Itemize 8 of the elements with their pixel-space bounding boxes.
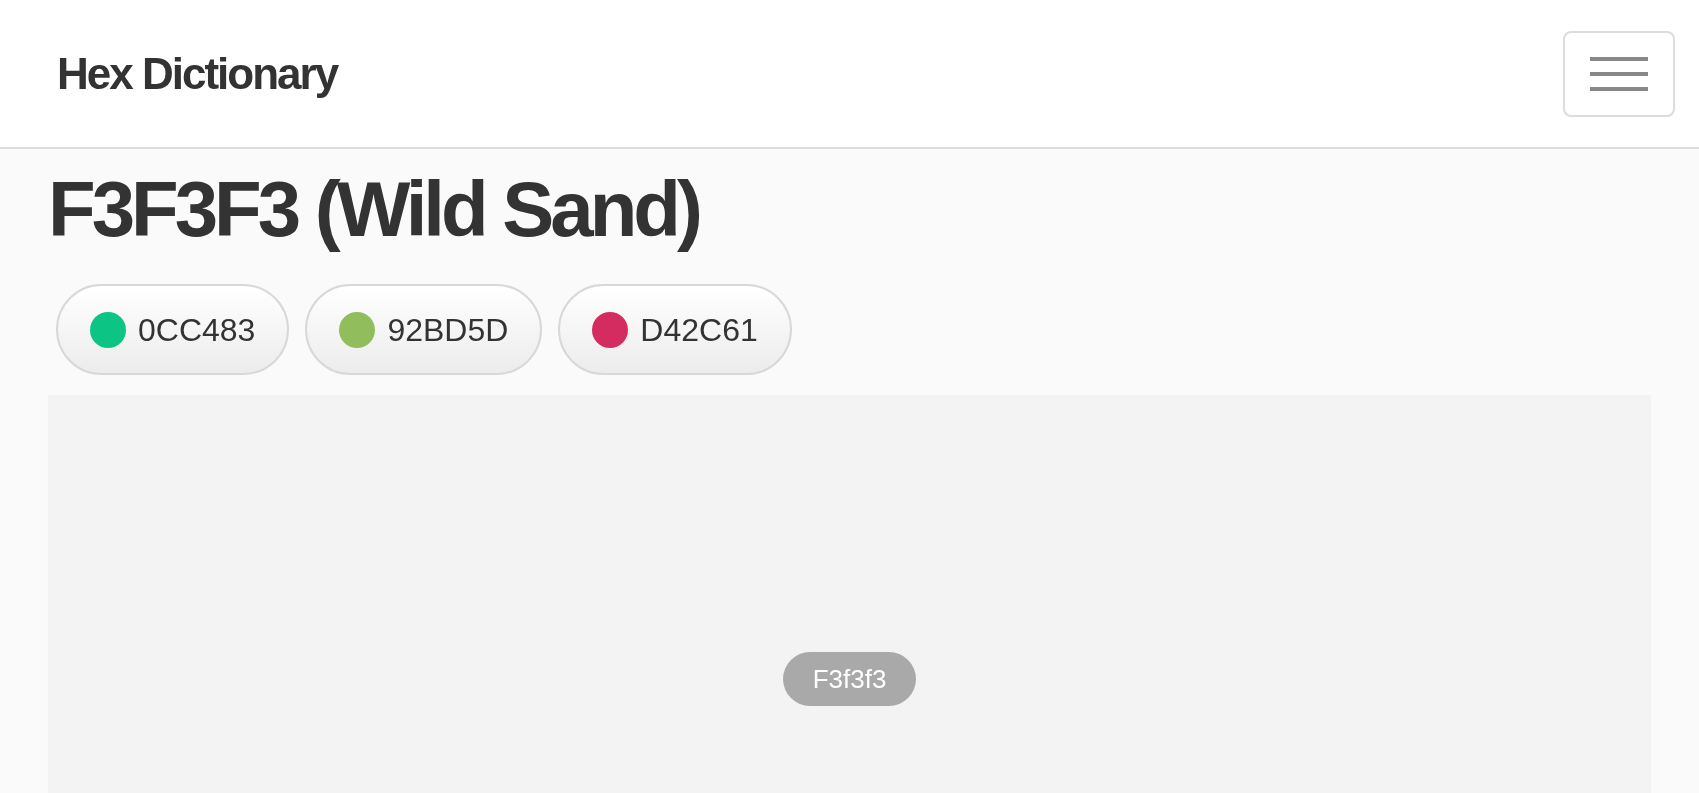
color-chip[interactable]: D42C61 xyxy=(558,284,792,375)
menu-button[interactable] xyxy=(1563,30,1675,117)
menu-icon xyxy=(1590,54,1648,93)
swatch-label: F3f3f3 xyxy=(782,652,917,706)
color-chip[interactable]: 92BD5D xyxy=(305,284,543,375)
page-heading: F3F3F3 (Wild Sand) xyxy=(48,164,700,255)
color-chip[interactable]: 0CC483 xyxy=(56,284,290,375)
site-title: Hex Dictionary xyxy=(57,47,338,100)
